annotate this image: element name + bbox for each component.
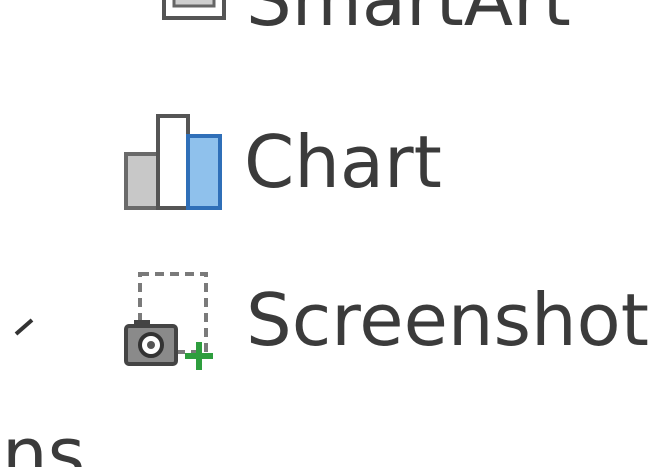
chevron-down-icon[interactable] bbox=[10, 308, 40, 338]
smartart-icon bbox=[128, 0, 228, 42]
smartart-label: SmartArt bbox=[246, 0, 571, 42]
chart-button[interactable]: Chart bbox=[120, 110, 442, 214]
chart-icon bbox=[120, 110, 226, 214]
smartart-button[interactable]: SmartArt bbox=[128, 0, 571, 42]
screenshot-button[interactable]: Screenshot bbox=[120, 268, 659, 372]
clipped-group-label: ns bbox=[2, 412, 86, 467]
screenshot-label: Screenshot bbox=[246, 278, 649, 362]
chart-label: Chart bbox=[244, 120, 442, 204]
screenshot-icon bbox=[120, 268, 226, 372]
